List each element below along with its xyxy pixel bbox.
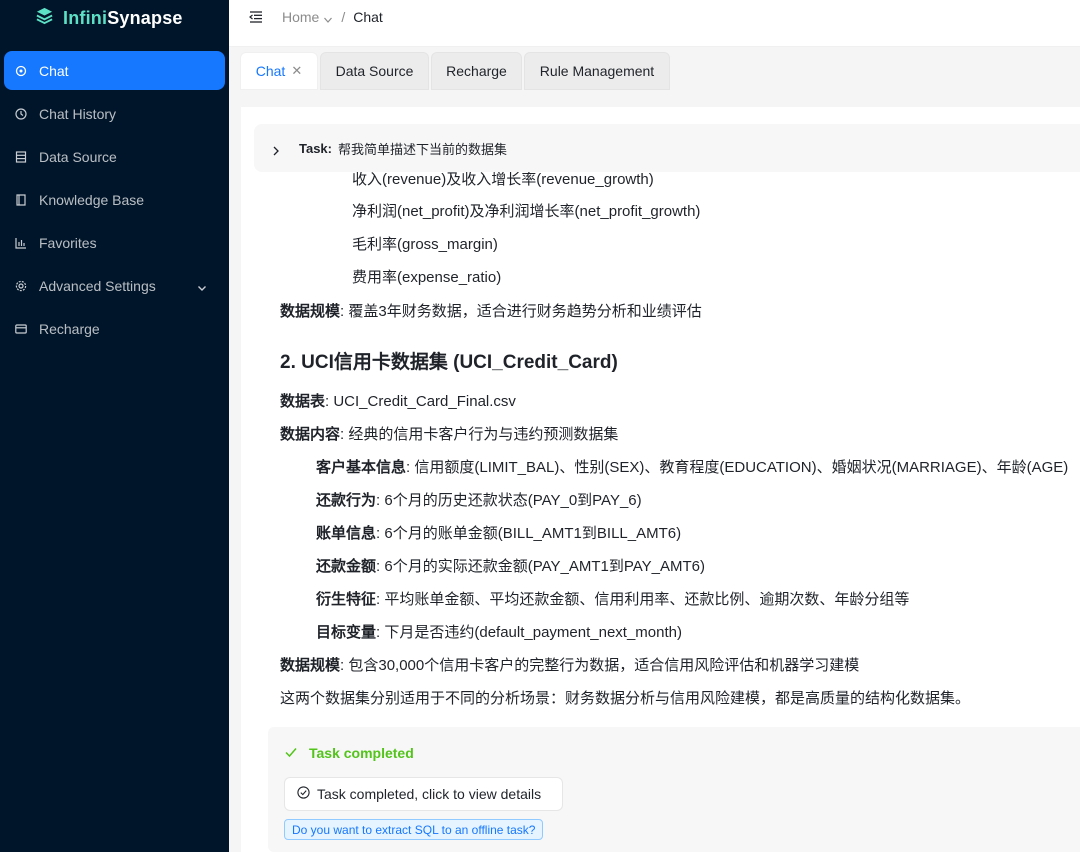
chat-panel: Task : 帮我简单描述下当前的数据集 收入(revenue)及收入增长率(r…: [241, 107, 1080, 852]
sidebar-item-label: Data Source: [39, 148, 117, 165]
gear-icon: [15, 280, 27, 292]
logo-text: InfiniSynapse: [63, 7, 183, 28]
task-label: Task: [299, 140, 328, 156]
field-label: 还款行为: [316, 492, 377, 509]
field-label: 衍生特征: [316, 591, 377, 608]
field-value: : 包含30,000个信用卡客户的完整行为数据，适合信用风险评估和机器学习建模: [340, 657, 860, 674]
sidebar-item-knowledge-base[interactable]: Knowledge Base: [4, 180, 225, 219]
button-label: Task completed, click to view details: [317, 786, 542, 802]
history-icon: [15, 107, 27, 120]
metric-line: 毛利率(gross_margin): [352, 236, 498, 253]
feature-line: 目标变量: 下月是否违约(default_payment_next_month): [316, 623, 682, 643]
field-label: 数据规模: [280, 657, 341, 674]
sidebar-item-data-source[interactable]: Data Source: [4, 137, 225, 176]
extract-sql-link[interactable]: Do you want to extract SQL to an offline…: [284, 819, 544, 840]
tab-data-source[interactable]: Data Source: [320, 52, 429, 90]
sidebar-item-recharge[interactable]: Recharge: [4, 309, 225, 348]
task-completed-status: Task completed: [285, 745, 414, 761]
chevron-down-icon[interactable]: [323, 12, 333, 23]
field-label: 数据内容: [280, 426, 341, 443]
main-content: Task : 帮我简单描述下当前的数据集 收入(revenue)及收入增长率(r…: [229, 95, 1080, 852]
task-header[interactable]: Task : 帮我简单描述下当前的数据集: [254, 124, 1080, 172]
bar-chart-icon: [15, 237, 27, 249]
summary-line: 这两个数据集分别适用于不同的分析场景：财务数据分析与信用风险建模，都是高质量的结…: [280, 690, 971, 707]
sidebar-item-label: Favorites: [39, 234, 97, 251]
task-text: 帮我简单描述下当前的数据集: [338, 141, 508, 157]
breadcrumb-home[interactable]: Home: [282, 9, 319, 25]
tab-label: Data Source: [335, 63, 414, 79]
view-details-button[interactable]: Task completed, click to view details: [284, 777, 563, 811]
feature-line: 还款金额: 6个月的实际还款金额(PAY_AMT1到PAY_AMT6): [316, 557, 705, 577]
layers-icon: [35, 6, 54, 30]
metric-line: 净利润(net_profit)及净利润增长率(net_profit_growth…: [352, 203, 701, 220]
sidebar-nav: Chat Chat History Data Source Knowledge …: [0, 51, 229, 352]
card-icon: [15, 323, 27, 335]
sidebar-item-label: Chat History: [39, 105, 117, 122]
feature-line: 还款行为: 6个月的历史还款状态(PAY_0到PAY_6): [316, 491, 642, 511]
sidebar-item-advanced-settings[interactable]: Advanced Settings: [4, 266, 225, 305]
logo[interactable]: InfiniSynapse: [35, 6, 183, 30]
field-value: : 6个月的历史还款状态(PAY_0到PAY_6): [376, 492, 642, 509]
check-icon: [285, 745, 309, 761]
tab-label: Rule Management: [539, 63, 655, 79]
sidebar-item-label: Knowledge Base: [39, 191, 145, 208]
tab-label: Chat: [255, 63, 286, 79]
sidebar-item-favorites[interactable]: Favorites: [4, 223, 225, 262]
data-scale-line: 数据规模: 包含30,000个信用卡客户的完整行为数据，适合信用风险评估和机器学…: [280, 656, 859, 676]
task-status-box: Task completed Task completed, click to …: [268, 727, 1080, 852]
field-value: : 覆盖3年财务数据，适合进行财务趋势分析和业绩评估: [340, 303, 702, 320]
book-icon: [15, 193, 27, 206]
metric-line: 费用率(expense_ratio): [352, 269, 502, 286]
feature-line: 客户基本信息: 信用额度(LIMIT_BAL)、性别(SEX)、教育程度(EDU…: [316, 458, 1068, 478]
tab-chat[interactable]: Chat ✕: [240, 52, 318, 90]
sidebar-item-chat-history[interactable]: Chat History: [4, 94, 225, 133]
menu-fold-icon[interactable]: [249, 10, 263, 24]
field-label: 账单信息: [316, 525, 377, 542]
sidebar: InfiniSynapse Chat Chat History Data Sou…: [0, 0, 229, 852]
field-value: : UCI_Credit_Card_Final.csv: [325, 393, 516, 410]
data-scale-line: 数据规模: 覆盖3年财务数据，适合进行财务趋势分析和业绩评估: [280, 302, 702, 322]
field-label: 数据表: [280, 393, 326, 410]
close-icon[interactable]: ✕: [291, 63, 302, 79]
sidebar-item-chat[interactable]: Chat: [4, 51, 225, 90]
sidebar-item-label: Recharge: [39, 320, 100, 337]
field-value: : 平均账单金额、平均还款金额、信用利用率、还款比例、逾期次数、年龄分组等: [376, 591, 910, 608]
field-value: : 下月是否违约(default_payment_next_month): [376, 624, 682, 641]
task-colon: :: [327, 140, 333, 156]
chat-icon: [15, 65, 27, 77]
status-text: Task completed: [309, 745, 414, 761]
field-value: : 6个月的实际还款金额(PAY_AMT1到PAY_AMT6): [376, 558, 705, 575]
feature-line: 账单信息: 6个月的账单金额(BILL_AMT1到BILL_AMT6): [316, 524, 681, 544]
data-table-line: 数据表: UCI_Credit_Card_Final.csv: [280, 392, 516, 412]
data-content-line: 数据内容: 经典的信用卡客户行为与违约预测数据集: [280, 425, 618, 445]
breadcrumb-separator: /: [341, 9, 346, 25]
check-circle-icon: [297, 786, 317, 802]
chevron-right-icon[interactable]: [271, 143, 281, 156]
field-label: 目标变量: [316, 624, 377, 641]
sidebar-item-label: Advanced Settings: [39, 277, 156, 294]
field-label: 数据规模: [280, 303, 341, 320]
field-value: : 经典的信用卡客户行为与违约预测数据集: [340, 426, 619, 443]
breadcrumb: Home / Chat: [282, 9, 383, 25]
database-icon: [15, 150, 27, 163]
field-value: : 信用额度(LIMIT_BAL)、性别(SEX)、教育程度(EDUCATION…: [406, 459, 1069, 476]
feature-line: 衍生特征: 平均账单金额、平均还款金额、信用利用率、还款比例、逾期次数、年龄分组…: [316, 590, 909, 610]
tab-rule-management[interactable]: Rule Management: [524, 52, 670, 90]
sidebar-item-label: Chat: [39, 62, 69, 79]
tabs-bar: Chat ✕ Data Source Recharge Rule Managem…: [229, 47, 1080, 95]
field-label: 还款金额: [316, 558, 377, 575]
field-label: 客户基本信息: [316, 459, 407, 476]
metric-line-partial: 收入(revenue)及收入增长率(revenue_growth): [352, 171, 654, 188]
field-value: : 6个月的账单金额(BILL_AMT1到BILL_AMT6): [376, 525, 682, 542]
breadcrumb-current: Chat: [353, 9, 383, 25]
top-header: Home / Chat: [229, 0, 1080, 47]
tab-recharge[interactable]: Recharge: [431, 52, 522, 90]
chevron-down-icon[interactable]: [197, 280, 207, 291]
section-heading: 2. UCI信用卡数据集 (UCI_Credit_Card): [280, 352, 618, 373]
tab-label: Recharge: [446, 63, 507, 79]
